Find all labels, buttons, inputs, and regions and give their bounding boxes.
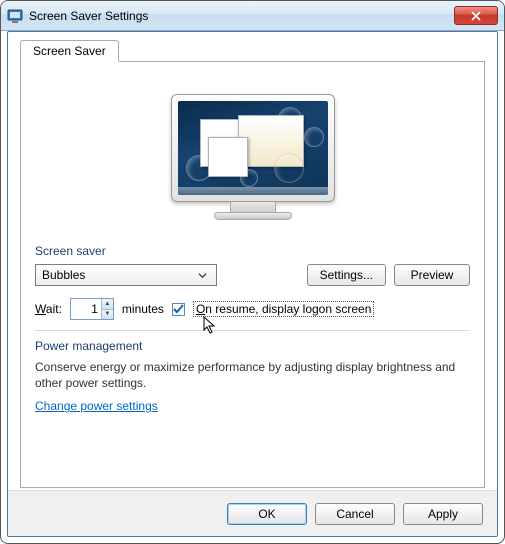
tab-screen-saver[interactable]: Screen Saver [20,40,119,62]
tab-strip: Screen Saver [20,40,485,62]
wait-spin-up[interactable]: ▲ [102,299,113,309]
cursor-icon [203,316,219,336]
tab-panel: Screen saver Bubbles Settings... Preview… [20,61,485,488]
cancel-button[interactable]: Cancel [315,503,395,525]
wait-input[interactable] [71,299,101,319]
screensaver-preview [35,74,470,244]
screensaver-selected-value: Bubbles [42,268,85,282]
ok-button[interactable]: OK [227,503,307,525]
divider [35,330,470,331]
power-description: Conserve energy or maximize performance … [35,359,470,391]
close-button[interactable] [454,6,498,25]
app-icon [7,8,23,24]
content-area: Screen Saver [7,31,498,537]
wait-spinner[interactable]: ▲ ▼ [70,298,114,320]
titlebar: Screen Saver Settings [1,1,504,31]
screensaver-select[interactable]: Bubbles [35,264,217,286]
wait-spin-down[interactable]: ▼ [102,309,113,320]
wait-unit: minutes [122,302,164,316]
power-group-label: Power management [35,339,470,353]
screen-saver-settings-window: Screen Saver Settings Screen Saver [0,0,505,544]
wait-label: Wait: [35,302,62,316]
apply-button[interactable]: Apply [403,503,483,525]
screensaver-group-label: Screen saver [35,244,470,258]
dialog-button-bar: OK Cancel Apply [8,490,497,536]
chevron-down-icon [195,268,210,283]
change-power-settings-link[interactable]: Change power settings [35,399,158,413]
resume-checkbox[interactable] [172,303,185,316]
window-title: Screen Saver Settings [29,9,454,23]
preview-button[interactable]: Preview [394,264,470,286]
settings-button[interactable]: Settings... [307,264,386,286]
resume-checkbox-label[interactable]: On resume, display logon screen [193,301,374,317]
